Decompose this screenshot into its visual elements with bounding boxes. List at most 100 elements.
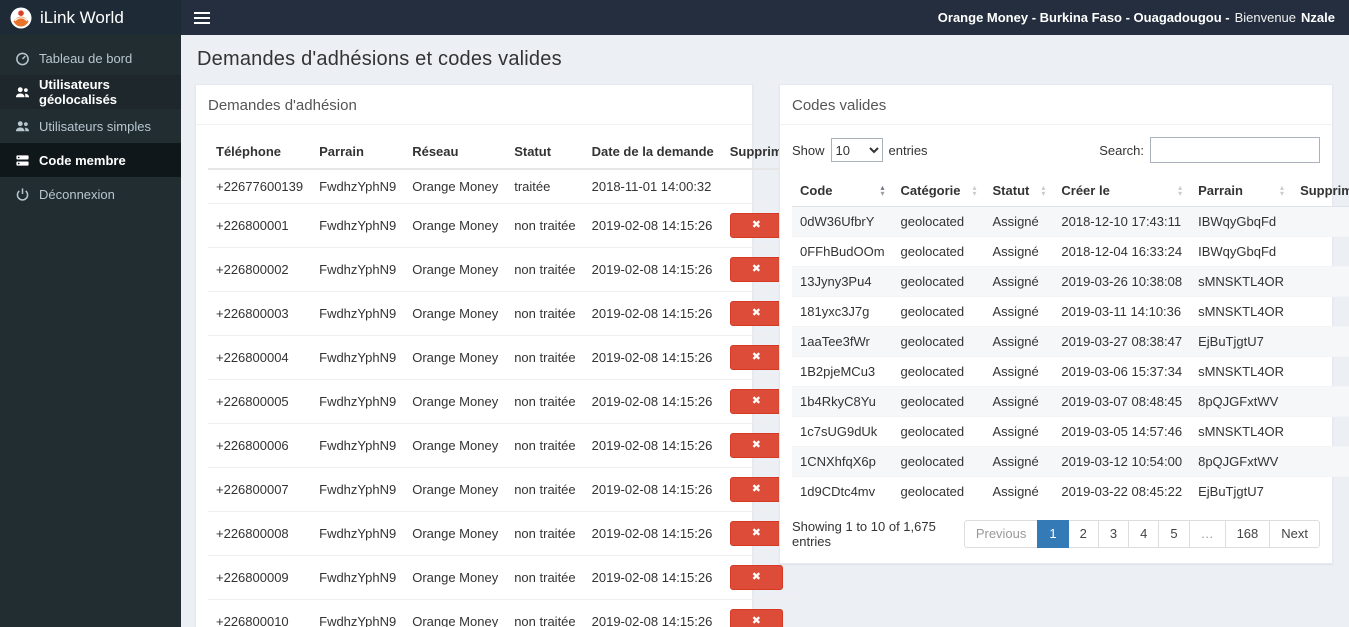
cell-parrain: FwdhzYphN9 bbox=[311, 247, 405, 292]
table-row: +226800003 FwdhzYphN9 Orange Money non trai… bbox=[208, 291, 803, 336]
column-label: Créer le bbox=[1061, 183, 1110, 198]
cell-parrain: EjBuTjgtU7 bbox=[1190, 326, 1293, 357]
pagination-next[interactable]: Next bbox=[1269, 519, 1320, 549]
pagination-ellipsis: … bbox=[1188, 519, 1226, 549]
sort-icon: ▴ ▾ bbox=[1178, 182, 1183, 198]
adhesions-panel: Demandes d'adhésion Téléphone Parrain Rése… bbox=[195, 84, 803, 627]
delete-button[interactable]: ✖ bbox=[729, 389, 783, 414]
codes-column-header[interactable]: Code ▴ ▾ bbox=[792, 175, 893, 207]
delete-button[interactable]: ✖ bbox=[729, 609, 783, 627]
users-icon bbox=[15, 119, 30, 134]
cell-date: 2019-02-08 14:15:26 bbox=[583, 599, 722, 627]
codes-column-header[interactable]: Parrain ▴ ▾ bbox=[1190, 175, 1293, 207]
adhesions-column-header: Téléphone bbox=[208, 135, 312, 170]
sidebar-item-code-membre[interactable]: Code membre bbox=[0, 143, 181, 177]
cell-statut: Assigné bbox=[984, 206, 1054, 237]
sidebar-item-utilisateurs-geolocalises[interactable]: Utilisateurs géolocalisés bbox=[0, 75, 181, 109]
cell-telephone: +22677600139 bbox=[208, 169, 312, 204]
cell-telephone: +226800010 bbox=[208, 599, 312, 627]
cell-statut: Assigné bbox=[984, 296, 1054, 327]
sort-icon: ▴ ▾ bbox=[1280, 182, 1285, 198]
cell-statut: non traitée bbox=[506, 467, 584, 512]
cell-reseau: Orange Money bbox=[404, 511, 507, 556]
cell-statut: Assigné bbox=[984, 446, 1054, 477]
pagination-page-5[interactable]: 5 bbox=[1158, 519, 1190, 549]
delete-button[interactable]: ✖ bbox=[729, 257, 783, 282]
table-row: +226800008 FwdhzYphN9 Orange Money non trai… bbox=[208, 511, 803, 556]
sidebar-item-label: Tableau de bord bbox=[39, 50, 133, 66]
sort-icon: ▴ ▾ bbox=[972, 182, 977, 198]
cell-supprimer bbox=[1292, 206, 1349, 237]
codes-column-header[interactable]: Supprimer▴▾ bbox=[1292, 175, 1349, 207]
search-input[interactable] bbox=[1150, 137, 1320, 163]
table-row: 0dW36UfbrY geolocated Assigné 2018-12-10 17… bbox=[792, 206, 1349, 237]
cell-telephone: +226800006 bbox=[208, 423, 312, 468]
cell-date: 2019-02-08 14:15:26 bbox=[583, 467, 722, 512]
table-row: 0FFhBudOOm geolocated Assigné 2018-12-04 16… bbox=[792, 236, 1349, 267]
top-navbar: iLink World Orange Money - Burkina Faso … bbox=[0, 0, 1349, 35]
cell-code: 1b4RkyC8Yu bbox=[792, 386, 893, 417]
cell-telephone: +226800005 bbox=[208, 379, 312, 424]
sidebar-item-utilisateurs-simples[interactable]: Utilisateurs simples bbox=[0, 109, 181, 143]
delete-button[interactable]: ✖ bbox=[729, 301, 783, 326]
table-row: 1c7sUG9dUk geolocated Assigné 2019-03-05 14… bbox=[792, 416, 1349, 447]
cell-supprimer bbox=[1292, 266, 1349, 297]
cell-categorie: geolocated bbox=[892, 416, 985, 447]
delete-button[interactable]: ✖ bbox=[729, 433, 783, 458]
codes-column-header[interactable]: Catégorie ▴ ▾ bbox=[892, 175, 985, 207]
cell-statut: non traitée bbox=[506, 599, 584, 627]
cell-reseau: Orange Money bbox=[404, 203, 507, 248]
sidebar-item-tableau-de-bord[interactable]: Tableau de bord bbox=[0, 41, 181, 75]
cell-statut: non traitée bbox=[506, 511, 584, 556]
cell-code: 1CNXhfqX6p bbox=[792, 446, 893, 477]
cell-parrain: FwdhzYphN9 bbox=[311, 203, 405, 248]
pagination-page-4[interactable]: 4 bbox=[1128, 519, 1160, 549]
cell-telephone: +226800007 bbox=[208, 467, 312, 512]
cell-code: 13Jyny3Pu4 bbox=[792, 266, 893, 297]
codes-table: Code ▴ ▾ Catégorie ▴ ▾ Statut ▴ ▾ Créer le ▴ ▾ Parra… bbox=[792, 175, 1349, 506]
cell-telephone: +226800004 bbox=[208, 335, 312, 380]
pagination-page-3[interactable]: 3 bbox=[1097, 519, 1130, 549]
column-label: Parrain bbox=[1198, 183, 1243, 198]
cell-date: 2018-11-01 14:00:32 bbox=[583, 169, 722, 204]
delete-button[interactable]: ✖ bbox=[729, 477, 783, 502]
table-row: 1B2pjeMCu3 geolocated Assigné 2019-03-06 15… bbox=[792, 356, 1349, 387]
power-icon bbox=[15, 187, 30, 202]
cell-reseau: Orange Money bbox=[404, 423, 507, 468]
table-row: +226800010 FwdhzYphN9 Orange Money non trai… bbox=[208, 599, 803, 627]
delete-button[interactable]: ✖ bbox=[729, 213, 783, 238]
cell-code: 1c7sUG9dUk bbox=[792, 416, 893, 447]
cell-cree_le: 2019-03-07 08:48:45 bbox=[1053, 386, 1191, 417]
cell-statut: Assigné bbox=[984, 266, 1054, 297]
delete-button[interactable]: ✖ bbox=[729, 521, 783, 546]
delete-button[interactable]: ✖ bbox=[729, 345, 783, 370]
codes-column-header[interactable]: Statut ▴ ▾ bbox=[984, 175, 1054, 207]
cell-categorie: geolocated bbox=[892, 356, 985, 387]
dashboard-icon bbox=[15, 51, 30, 66]
sidebar-toggle-button[interactable] bbox=[181, 0, 223, 35]
cell-cree_le: 2018-12-10 17:43:11 bbox=[1053, 206, 1191, 237]
pagination-page-1[interactable]: 1 bbox=[1037, 519, 1069, 549]
table-header-row: Téléphone Parrain Réseau Statut Date de la d… bbox=[208, 135, 803, 170]
user-info: Orange Money - Burkina Faso - Ouagadougo… bbox=[938, 10, 1349, 25]
cell-categorie: geolocated bbox=[892, 446, 985, 477]
sidebar-item-deconnexion[interactable]: Déconnexion bbox=[0, 177, 181, 211]
cell-statut: Assigné bbox=[984, 326, 1054, 357]
page-length-select[interactable]: 10 bbox=[830, 138, 883, 162]
cell-parrain: sMNSKTL4OR bbox=[1190, 266, 1293, 297]
pagination-page-168[interactable]: 168 bbox=[1224, 519, 1271, 549]
navbar: Orange Money - Burkina Faso - Ouagadougo… bbox=[181, 0, 1349, 35]
pagination-prev[interactable]: Previous bbox=[963, 519, 1039, 549]
delete-button[interactable]: ✖ bbox=[729, 565, 783, 590]
table-row: +226800004 FwdhzYphN9 Orange Money non trai… bbox=[208, 335, 803, 380]
pagination-page-2[interactable]: 2 bbox=[1067, 519, 1099, 549]
cell-categorie: geolocated bbox=[892, 476, 985, 506]
cell-date: 2019-02-08 14:15:26 bbox=[583, 423, 722, 468]
cell-reseau: Orange Money bbox=[404, 379, 507, 424]
cell-reseau: Orange Money bbox=[404, 555, 507, 600]
greeting-label: Bienvenue bbox=[1234, 10, 1297, 25]
cell-supprimer bbox=[1292, 476, 1349, 506]
adhesions-panel-title: Demandes d'adhésion bbox=[208, 97, 357, 114]
codes-column-header[interactable]: Créer le ▴ ▾ bbox=[1053, 175, 1191, 207]
brand[interactable]: iLink World bbox=[0, 0, 181, 35]
